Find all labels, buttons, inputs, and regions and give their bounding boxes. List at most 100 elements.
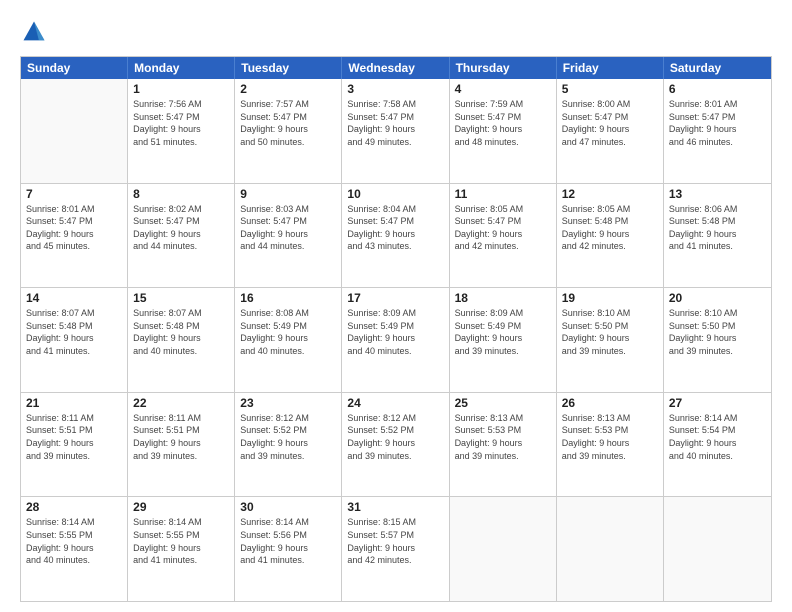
day-number: 23 — [240, 396, 336, 410]
day-info: Sunrise: 8:15 AMSunset: 5:57 PMDaylight:… — [347, 516, 443, 566]
cal-week-3: 14 Sunrise: 8:07 AMSunset: 5:48 PMDayligh… — [21, 288, 771, 393]
cal-week-4: 21 Sunrise: 8:11 AMSunset: 5:51 PMDayligh… — [21, 393, 771, 498]
day-info: Sunrise: 7:59 AMSunset: 5:47 PMDaylight:… — [455, 98, 551, 148]
day-number: 20 — [669, 291, 766, 305]
cal-cell: 12Sunrise: 8:05 AMSunset: 5:48 PMDayligh… — [557, 184, 664, 288]
cal-cell: 25Sunrise: 8:13 AMSunset: 5:53 PMDayligh… — [450, 393, 557, 497]
day-number: 7 — [26, 187, 122, 201]
cal-header-sunday: Sunday — [21, 57, 128, 79]
day-number: 26 — [562, 396, 658, 410]
day-number: 21 — [26, 396, 122, 410]
cal-cell: 21 Sunrise: 8:11 AMSunset: 5:51 PMDayligh… — [21, 393, 128, 497]
day-info: Sunrise: 8:09 AMSunset: 5:49 PMDaylight:… — [455, 307, 551, 357]
day-info: Sunrise: 8:01 AMSunset: 5:47 PMDaylight:… — [26, 203, 122, 253]
cal-cell: 13Sunrise: 8:06 AMSunset: 5:48 PMDayligh… — [664, 184, 771, 288]
cal-cell: 16Sunrise: 8:08 AMSunset: 5:49 PMDayligh… — [235, 288, 342, 392]
day-number: 27 — [669, 396, 766, 410]
cal-week-5: 28 Sunrise: 8:14 AMSunset: 5:55 PMDayligh… — [21, 497, 771, 601]
day-info: Sunrise: 8:07 AMSunset: 5:48 PMDaylight:… — [26, 307, 122, 357]
cal-cell: 15 Sunrise: 8:07 AMSunset: 5:48 PMDayligh… — [128, 288, 235, 392]
cal-cell: 22Sunrise: 8:11 AMSunset: 5:51 PMDayligh… — [128, 393, 235, 497]
cal-cell — [21, 79, 128, 183]
cal-cell: 10Sunrise: 8:04 AMSunset: 5:47 PMDayligh… — [342, 184, 449, 288]
logo — [20, 18, 52, 46]
cal-cell: 23 Sunrise: 8:12 AMSunset: 5:52 PMDayligh… — [235, 393, 342, 497]
day-info: Sunrise: 8:11 AMSunset: 5:51 PMDaylight:… — [133, 412, 229, 462]
day-info: Sunrise: 8:14 AMSunset: 5:55 PMDaylight:… — [133, 516, 229, 566]
day-info: Sunrise: 8:10 AMSunset: 5:50 PMDaylight:… — [562, 307, 658, 357]
day-number: 15 — [133, 291, 229, 305]
day-number: 9 — [240, 187, 336, 201]
day-number: 29 — [133, 500, 229, 514]
day-number: 11 — [455, 187, 551, 201]
calendar: SundayMondayTuesdayWednesdayThursdayFrid… — [20, 56, 772, 602]
cal-cell: 4 Sunrise: 7:59 AMSunset: 5:47 PMDaylight… — [450, 79, 557, 183]
cal-week-2: 7 Sunrise: 8:01 AMSunset: 5:47 PMDaylight… — [21, 184, 771, 289]
cal-header-wednesday: Wednesday — [342, 57, 449, 79]
day-number: 2 — [240, 82, 336, 96]
cal-header-tuesday: Tuesday — [235, 57, 342, 79]
day-number: 5 — [562, 82, 658, 96]
day-info: Sunrise: 8:13 AMSunset: 5:53 PMDaylight:… — [562, 412, 658, 462]
day-info: Sunrise: 8:11 AMSunset: 5:51 PMDaylight:… — [26, 412, 122, 462]
day-info: Sunrise: 8:14 AMSunset: 5:54 PMDaylight:… — [669, 412, 766, 462]
cal-cell: 18 Sunrise: 8:09 AMSunset: 5:49 PMDayligh… — [450, 288, 557, 392]
cal-cell: 14 Sunrise: 8:07 AMSunset: 5:48 PMDayligh… — [21, 288, 128, 392]
day-info: Sunrise: 8:05 AMSunset: 5:47 PMDaylight:… — [455, 203, 551, 253]
day-number: 31 — [347, 500, 443, 514]
day-info: Sunrise: 8:01 AMSunset: 5:47 PMDaylight:… — [669, 98, 766, 148]
day-info: Sunrise: 8:00 AMSunset: 5:47 PMDaylight:… — [562, 98, 658, 148]
cal-header-saturday: Saturday — [664, 57, 771, 79]
cal-cell — [450, 497, 557, 601]
day-info: Sunrise: 8:09 AMSunset: 5:49 PMDaylight:… — [347, 307, 443, 357]
day-info: Sunrise: 8:02 AMSunset: 5:47 PMDaylight:… — [133, 203, 229, 253]
cal-cell: 27 Sunrise: 8:14 AMSunset: 5:54 PMDayligh… — [664, 393, 771, 497]
cal-cell: 20Sunrise: 8:10 AMSunset: 5:50 PMDayligh… — [664, 288, 771, 392]
cal-cell: 31 Sunrise: 8:15 AMSunset: 5:57 PMDayligh… — [342, 497, 449, 601]
cal-cell: 9 Sunrise: 8:03 AMSunset: 5:47 PMDaylight… — [235, 184, 342, 288]
day-number: 10 — [347, 187, 443, 201]
day-number: 28 — [26, 500, 122, 514]
cal-header-friday: Friday — [557, 57, 664, 79]
cal-cell: 6 Sunrise: 8:01 AMSunset: 5:47 PMDaylight… — [664, 79, 771, 183]
cal-week-1: 1Sunrise: 7:56 AMSunset: 5:47 PMDaylight… — [21, 79, 771, 184]
day-number: 18 — [455, 291, 551, 305]
day-info: Sunrise: 8:05 AMSunset: 5:48 PMDaylight:… — [562, 203, 658, 253]
day-info: Sunrise: 8:07 AMSunset: 5:48 PMDaylight:… — [133, 307, 229, 357]
day-info: Sunrise: 8:12 AMSunset: 5:52 PMDaylight:… — [240, 412, 336, 462]
cal-cell: 19Sunrise: 8:10 AMSunset: 5:50 PMDayligh… — [557, 288, 664, 392]
day-number: 16 — [240, 291, 336, 305]
day-number: 8 — [133, 187, 229, 201]
cal-cell: 1Sunrise: 7:56 AMSunset: 5:47 PMDaylight… — [128, 79, 235, 183]
cal-cell — [557, 497, 664, 601]
day-info: Sunrise: 8:12 AMSunset: 5:52 PMDaylight:… — [347, 412, 443, 462]
cal-cell: 26 Sunrise: 8:13 AMSunset: 5:53 PMDayligh… — [557, 393, 664, 497]
cal-cell — [664, 497, 771, 601]
cal-cell: 28Sunrise: 8:14 AMSunset: 5:55 PMDayligh… — [21, 497, 128, 601]
day-number: 30 — [240, 500, 336, 514]
day-info: Sunrise: 8:03 AMSunset: 5:47 PMDaylight:… — [240, 203, 336, 253]
day-number: 14 — [26, 291, 122, 305]
page: SundayMondayTuesdayWednesdayThursdayFrid… — [0, 0, 792, 612]
cal-cell: 3Sunrise: 7:58 AMSunset: 5:47 PMDaylight… — [342, 79, 449, 183]
cal-cell: 7 Sunrise: 8:01 AMSunset: 5:47 PMDaylight… — [21, 184, 128, 288]
cal-cell: 24 Sunrise: 8:12 AMSunset: 5:52 PMDayligh… — [342, 393, 449, 497]
cal-cell: 17Sunrise: 8:09 AMSunset: 5:49 PMDayligh… — [342, 288, 449, 392]
day-number: 6 — [669, 82, 766, 96]
logo-icon — [20, 18, 48, 46]
cal-cell: 29 Sunrise: 8:14 AMSunset: 5:55 PMDayligh… — [128, 497, 235, 601]
cal-cell: 2 Sunrise: 7:57 AMSunset: 5:47 PMDaylight… — [235, 79, 342, 183]
calendar-body: 1Sunrise: 7:56 AMSunset: 5:47 PMDaylight… — [21, 79, 771, 601]
day-info: Sunrise: 7:57 AMSunset: 5:47 PMDaylight:… — [240, 98, 336, 148]
cal-header-monday: Monday — [128, 57, 235, 79]
day-number: 24 — [347, 396, 443, 410]
cal-cell: 30Sunrise: 8:14 AMSunset: 5:56 PMDayligh… — [235, 497, 342, 601]
day-number: 4 — [455, 82, 551, 96]
header — [20, 18, 772, 46]
cal-cell: 11 Sunrise: 8:05 AMSunset: 5:47 PMDayligh… — [450, 184, 557, 288]
day-info: Sunrise: 7:56 AMSunset: 5:47 PMDaylight:… — [133, 98, 229, 148]
cal-cell: 8 Sunrise: 8:02 AMSunset: 5:47 PMDaylight… — [128, 184, 235, 288]
cal-cell: 5 Sunrise: 8:00 AMSunset: 5:47 PMDaylight… — [557, 79, 664, 183]
day-number: 3 — [347, 82, 443, 96]
day-number: 25 — [455, 396, 551, 410]
